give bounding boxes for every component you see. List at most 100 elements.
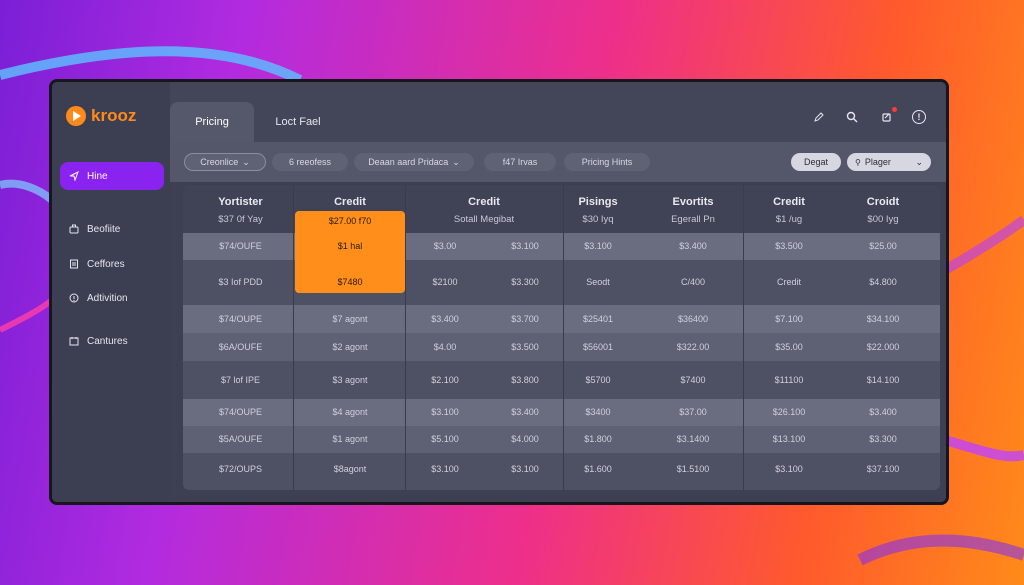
table-cell: $2.100	[431, 375, 459, 385]
play-logo-icon	[66, 106, 86, 126]
search-input[interactable]: ⚲ Plager ⌄	[847, 153, 931, 171]
search-icon[interactable]	[844, 109, 860, 125]
table-cell: $3.100	[431, 407, 459, 417]
column-divider	[563, 185, 564, 490]
table-cell: $4.000	[511, 434, 539, 444]
table-cell: $3.400	[431, 314, 459, 324]
filter-chip[interactable]: f47 Irvas	[484, 153, 556, 171]
table-cell: $3 agont	[332, 375, 368, 385]
table-cell: $6A/OUFE	[218, 342, 263, 352]
sidebar-item-ceffores[interactable]: Ceffores	[60, 250, 164, 278]
table-cell: $7 lof IPE	[220, 375, 261, 385]
search-icon: ⚲	[855, 157, 861, 167]
filter-chip[interactable]: 6 reeofess	[272, 153, 348, 171]
table-cell: $13.100	[772, 434, 806, 444]
table-cell: $36400	[677, 314, 709, 324]
table-cell: $5700	[585, 375, 611, 385]
table-cell: $3.100	[775, 464, 803, 474]
column-subheader: Egerall Pn	[671, 214, 715, 225]
column-divider	[293, 185, 294, 490]
table-cell: $2 agont	[332, 342, 368, 352]
filter-dropdown-label: Deaan aard Pridaca	[368, 157, 449, 167]
highlighted-header-sub: $27.00 f70	[328, 216, 372, 226]
table-cell: $3.100	[584, 241, 612, 251]
sidebar-item-beofiite[interactable]: Beofiite	[60, 215, 164, 243]
sidebar-item-label: Ceffores	[87, 258, 125, 270]
table-cell: $1 hal	[337, 241, 363, 251]
table-cell: $3.300	[869, 434, 897, 444]
app-logo[interactable]: krooz	[66, 106, 136, 126]
table-cell: $7.100	[775, 314, 803, 324]
table-cell: $3.500	[775, 241, 803, 251]
briefcase-icon	[69, 224, 79, 234]
column-header[interactable]: Pisings	[563, 196, 633, 208]
sidebar-item-home[interactable]: Hine	[60, 162, 164, 190]
filter-dropdown-pricing[interactable]: Deaan aard Pridaca ⌄	[354, 153, 474, 171]
table-cell: $4.00	[433, 342, 457, 352]
tab-loct-fael[interactable]: Loct Fael	[254, 102, 342, 142]
notification-dot	[892, 107, 897, 112]
table-cell: $25401	[582, 314, 614, 324]
table-cell: $3.400	[679, 241, 707, 251]
column-header[interactable]: Evortits	[633, 196, 753, 208]
table-cell: $37.00	[679, 407, 707, 417]
column-subheader: $1 /ug	[775, 214, 803, 225]
sidebar-item-label: Cantures	[87, 335, 128, 347]
search-placeholder: Plager	[864, 157, 891, 167]
table-cell: $14.100	[866, 375, 900, 385]
table-cell: $5.100	[431, 434, 459, 444]
filter-dropdown[interactable]: Creonlice ⌄	[184, 153, 266, 171]
app-window: krooz Hine Beofiite Ceffores Adtivition	[49, 79, 949, 505]
app-name: krooz	[91, 106, 137, 125]
chevron-down-icon: ⌄	[915, 156, 923, 167]
table-cell: $2100	[432, 277, 458, 287]
sidebar-item-label: Beofiite	[87, 223, 121, 235]
table-cell: $3.800	[511, 375, 539, 385]
alert-icon[interactable]: !	[912, 110, 926, 124]
column-header[interactable]: Credit	[405, 196, 563, 208]
column-header[interactable]: Credit	[753, 196, 825, 208]
top-bar: Pricing Loct Fael !	[170, 82, 946, 142]
edit-icon[interactable]	[811, 109, 827, 125]
column-header[interactable]: Credit	[295, 196, 405, 208]
column-header[interactable]: Yortister	[193, 196, 288, 208]
table-cell: $3.1400	[676, 434, 710, 444]
table-cell: $3400	[585, 407, 611, 417]
table-cell: $7 agont	[332, 314, 368, 324]
table-cell: $35.00	[775, 342, 803, 352]
sidebar: krooz Hine Beofiite Ceffores Adtivition	[52, 82, 170, 502]
info-icon	[69, 293, 79, 303]
send-icon	[69, 171, 79, 181]
column-subheader: $37 0f Yay	[218, 214, 263, 225]
degat-button[interactable]: Degat	[791, 153, 841, 171]
table-cell: $37.100	[866, 464, 900, 474]
sidebar-item-adtivition[interactable]: Adtivition	[60, 284, 164, 312]
table-cell: $74/OUPE	[218, 407, 263, 417]
table-cell: $3.100	[431, 464, 459, 474]
table-cell: $4 agont	[332, 407, 368, 417]
table-cell: $25.00	[869, 241, 897, 251]
table-cell: $11100	[774, 375, 804, 385]
pricing-table: Yortister $37 0f Yay Credit Credit Sotal…	[183, 185, 940, 490]
table-cell: $3.00	[433, 241, 457, 251]
filter-chip[interactable]: Pricing Hints	[564, 153, 650, 171]
table-cell: $7480	[337, 277, 363, 287]
filter-dropdown-label: Creonlice	[200, 157, 239, 167]
column-header[interactable]: Croidt	[833, 196, 933, 208]
table-cell: $3.500	[511, 342, 539, 352]
table-cell: $5A/OUFE	[218, 434, 263, 444]
tab-pricing[interactable]: Pricing	[170, 102, 254, 142]
table-cell: $3 Iof PDD	[218, 277, 263, 287]
table-cell: $1.800	[584, 434, 612, 444]
table-cell: $3.300	[511, 277, 539, 287]
table-cell: $4.800	[869, 277, 897, 287]
table-cell: $1.600	[584, 464, 612, 474]
table-cell: $74/OUFE	[219, 241, 262, 251]
table-cell: $322.00	[676, 342, 710, 352]
table-cell: Credit	[776, 277, 801, 287]
sidebar-item-cantures[interactable]: Cantures	[60, 327, 164, 355]
table-cell: Seodt	[586, 277, 610, 287]
document-icon	[69, 259, 79, 269]
table-cell: $7400	[680, 375, 706, 385]
column-subheader: $00 Iyg	[867, 214, 899, 225]
